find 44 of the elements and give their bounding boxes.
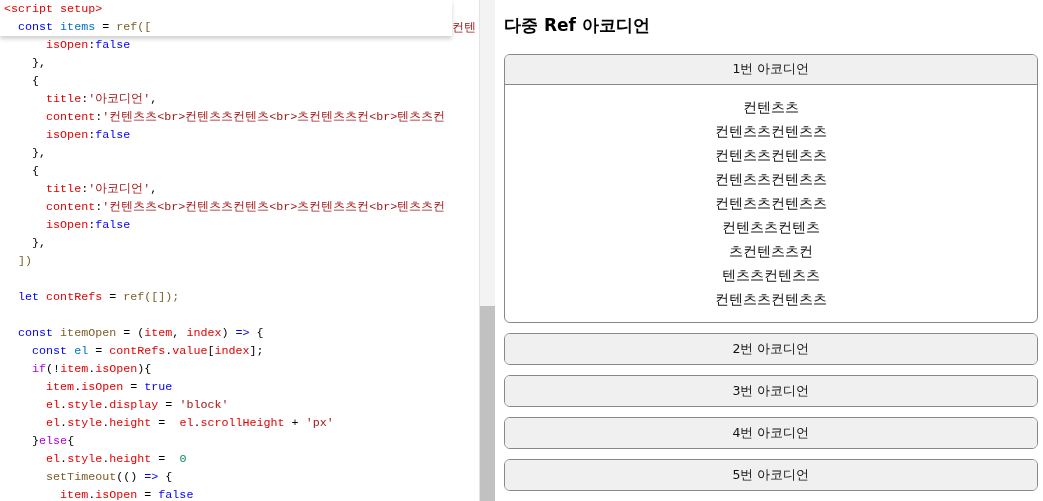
- page-title: 다중 Ref 아코디언: [504, 14, 651, 37]
- code-line: }else{: [31, 433, 76, 450]
- content-line: 츠컨텐츠츠컨: [729, 242, 813, 261]
- accordion-header[interactable]: 3번 아코디언: [505, 376, 1037, 406]
- accordion-header[interactable]: 5번 아코디언: [505, 460, 1037, 490]
- content-line: 텐츠츠컨텐츠츠: [722, 266, 820, 285]
- code-line: el.style.height = el.scrollHeight + 'px': [45, 415, 335, 432]
- content-line: 컨텐츠츠컨텐츠츠: [715, 122, 827, 141]
- code-line: setTimeout(() => {: [45, 469, 174, 486]
- code-line: if(!item.isOpen){: [31, 361, 153, 378]
- code-line: ]): [17, 253, 34, 270]
- code-line: item.isOpen = false: [59, 487, 195, 501]
- code-line: },: [31, 235, 48, 252]
- code-line: <script setup>: [3, 1, 104, 18]
- scrollbar[interactable]: [480, 0, 495, 501]
- code-line: let contRefs = ref([]);: [17, 289, 181, 306]
- code-line: {: [31, 163, 41, 180]
- code-line: const itemOpen = (item, index) => {: [17, 325, 265, 342]
- accordion-header[interactable]: 2번 아코디언: [505, 334, 1037, 364]
- code-line: {: [31, 73, 41, 90]
- code-line: content:'컨텐츠츠<br>컨텐츠츠컨텐츠<br>츠컨텐츠츠컨<br>텐츠츠컨: [45, 109, 447, 126]
- code-line: },: [31, 145, 48, 162]
- content-line: 컨텐츠츠컨텐츠츠: [715, 194, 827, 213]
- code-line: el.style.height = 0: [45, 451, 188, 468]
- code-line: title:'아코디언',: [45, 91, 159, 108]
- content-line: 컨텐츠츠컨텐츠츠: [715, 170, 827, 189]
- code-line: isOpen:false: [45, 127, 132, 144]
- content-line: 컨텐츠츠컨텐츠츠: [715, 290, 827, 309]
- code-line: content:'컨텐츠츠<br>컨텐츠츠컨텐츠<br>츠컨텐츠츠컨<br>텐츠츠컨: [45, 199, 447, 216]
- accordion-header[interactable]: 1번 아코디언: [505, 55, 1037, 85]
- content-line: 컨텐츠츠컨텐츠츠: [715, 146, 827, 165]
- code-line: const items = ref([: [17, 19, 153, 36]
- code-line: el.style.display = 'block': [45, 397, 230, 414]
- code-line: title:'아코디언',: [45, 181, 159, 198]
- scrollbar-thumb[interactable]: [480, 306, 495, 501]
- code-line: item.isOpen = true: [45, 379, 174, 396]
- content-line: 컨텐츠츠컨텐츠: [722, 218, 820, 237]
- code-line: const el = contRefs.value[index];: [31, 343, 265, 360]
- code-line: isOpen:false: [45, 217, 132, 234]
- code-fragment: 컨텐: [452, 19, 476, 36]
- content-line: 컨텐츠츠: [743, 98, 799, 117]
- code-line: },: [31, 55, 48, 72]
- code-line: isOpen:false: [45, 37, 132, 54]
- accordion-header[interactable]: 4번 아코디언: [505, 418, 1037, 448]
